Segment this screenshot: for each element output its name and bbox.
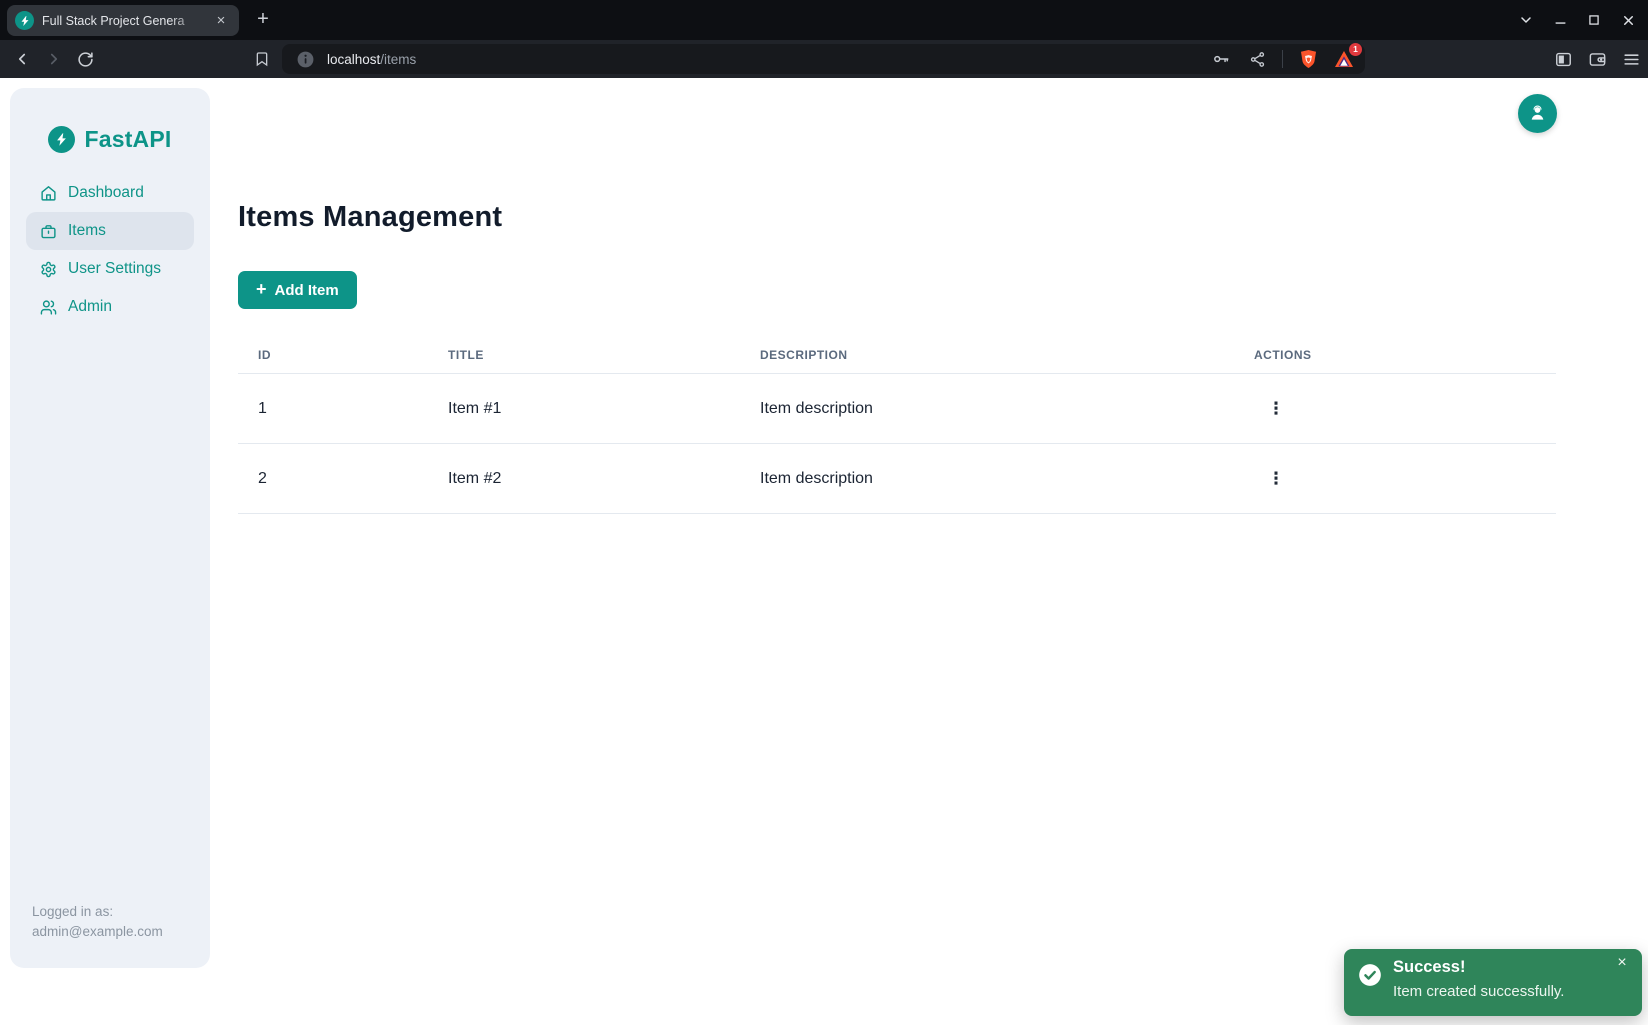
web-page: FastAPI Dashboard Items User Settings A <box>0 78 1648 1025</box>
cell-id: 2 <box>258 470 448 488</box>
tab-title: Full Stack Project Genera <box>42 14 210 28</box>
table-header-row: ID TITLE DESCRIPTION ACTIONS <box>238 336 1556 374</box>
maximize-button[interactable] <box>1582 8 1606 32</box>
sidebar-item-label: Items <box>68 222 106 240</box>
brave-shield-icon[interactable] <box>1297 48 1319 70</box>
toast-title: Success! <box>1393 958 1465 977</box>
brave-rewards-icon[interactable]: 1 <box>1333 48 1355 70</box>
wallet-icon[interactable] <box>1584 46 1610 72</box>
sidebar-item-items[interactable]: Items <box>26 212 194 250</box>
logged-in-email: admin@example.com <box>32 922 163 942</box>
success-toast: Success! Item created successfully. × <box>1344 949 1642 1016</box>
key-icon[interactable] <box>1210 48 1232 70</box>
items-table: ID TITLE DESCRIPTION ACTIONS 1 Item #1 I… <box>238 336 1556 514</box>
cell-id: 1 <box>258 400 448 418</box>
check-circle-icon <box>1357 962 1383 993</box>
new-tab-button[interactable]: + <box>251 8 275 32</box>
logged-in-info: Logged in as: admin@example.com <box>32 902 163 942</box>
briefcase-icon <box>40 223 57 240</box>
tab-bar: Full Stack Project Genera × + <box>0 0 1648 40</box>
add-item-label: Add Item <box>275 282 339 299</box>
logged-in-label: Logged in as: <box>32 902 163 922</box>
table-row: 1 Item #1 Item description ⋮ <box>238 374 1556 444</box>
browser-window: Full Stack Project Genera × + <box>0 0 1648 1025</box>
toolbar-right-group <box>1550 46 1644 72</box>
sidebar-item-dashboard[interactable]: Dashboard <box>26 174 194 212</box>
url-path: /items <box>380 52 416 67</box>
sidebar-toggle-icon[interactable] <box>1550 46 1576 72</box>
kebab-menu-icon[interactable]: ⋮ <box>1267 466 1285 492</box>
cell-title: Item #2 <box>448 470 760 488</box>
tab-search-chevron-icon[interactable] <box>1514 8 1538 32</box>
users-icon <box>40 299 57 316</box>
url-host: localhost <box>327 52 380 67</box>
back-icon[interactable] <box>10 47 34 71</box>
url-text: localhost/items <box>327 52 1196 67</box>
browser-toolbar: localhost/items 1 <box>0 40 1648 78</box>
column-header-title: TITLE <box>448 348 760 362</box>
favicon-icon <box>15 11 34 30</box>
window-controls <box>1514 0 1640 40</box>
app-logo: FastAPI <box>10 126 210 153</box>
home-icon <box>40 185 57 202</box>
sidebar-item-label: Admin <box>68 298 112 316</box>
page-title: Items Management <box>238 201 502 234</box>
sidebar-item-label: User Settings <box>68 260 161 278</box>
site-info-icon[interactable] <box>296 50 315 69</box>
window-close-button[interactable] <box>1616 8 1640 32</box>
column-header-id: ID <box>258 348 448 362</box>
user-avatar-icon <box>1527 103 1548 124</box>
toolbar-separator <box>1282 50 1283 68</box>
tab-close-icon[interactable]: × <box>212 12 230 30</box>
column-header-actions: ACTIONS <box>1254 348 1556 362</box>
cell-description: Item description <box>760 470 1254 488</box>
sidebar-item-user-settings[interactable]: User Settings <box>26 250 194 288</box>
sidebar: FastAPI Dashboard Items User Settings A <box>10 88 210 968</box>
table-row: 2 Item #2 Item description ⋮ <box>238 444 1556 514</box>
forward-icon[interactable] <box>42 47 66 71</box>
browser-tab[interactable]: Full Stack Project Genera × <box>7 5 239 36</box>
add-item-button[interactable]: + Add Item <box>238 271 357 309</box>
minimize-button[interactable] <box>1548 8 1572 32</box>
sidebar-item-label: Dashboard <box>68 184 144 202</box>
kebab-menu-icon[interactable]: ⋮ <box>1267 396 1285 422</box>
lightning-icon <box>48 126 75 153</box>
cell-title: Item #1 <box>448 400 760 418</box>
menu-icon[interactable] <box>1618 46 1644 72</box>
toast-close-icon[interactable]: × <box>1612 953 1632 973</box>
bookmark-icon[interactable] <box>250 47 274 71</box>
toast-message: Item created successfully. <box>1393 983 1564 1000</box>
user-avatar-button[interactable] <box>1518 94 1557 133</box>
rewards-badge: 1 <box>1349 43 1362 56</box>
address-bar[interactable]: localhost/items 1 <box>282 44 1365 74</box>
sidebar-item-admin[interactable]: Admin <box>26 288 194 326</box>
app-logo-text: FastAPI <box>84 126 171 153</box>
cell-description: Item description <box>760 400 1254 418</box>
sidebar-nav: Dashboard Items User Settings Admin <box>26 174 194 326</box>
share-icon[interactable] <box>1246 48 1268 70</box>
reload-icon[interactable] <box>73 47 97 71</box>
gear-icon <box>40 261 57 278</box>
plus-icon: + <box>256 280 267 298</box>
column-header-description: DESCRIPTION <box>760 348 1254 362</box>
